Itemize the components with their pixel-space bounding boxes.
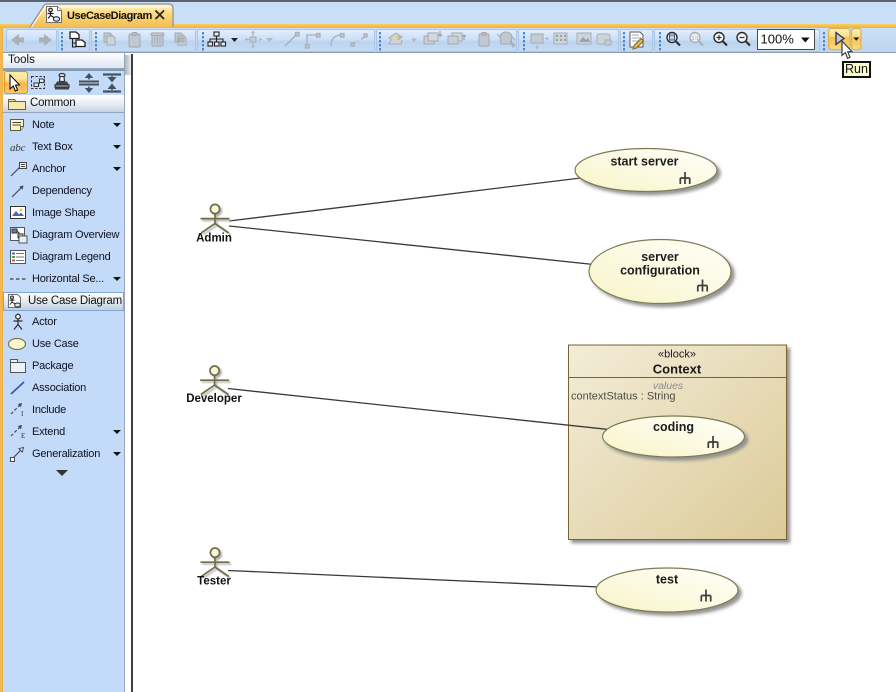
svg-text:configuration: configuration bbox=[620, 264, 700, 278]
svg-text:«block»: «block» bbox=[658, 348, 696, 360]
svg-text:Tester: Tester bbox=[197, 576, 231, 588]
svg-text:Admin: Admin bbox=[196, 233, 232, 245]
svg-text:contextStatus : String: contextStatus : String bbox=[571, 391, 676, 403]
svg-text:coding: coding bbox=[653, 420, 694, 434]
svg-text:test: test bbox=[656, 573, 679, 587]
svg-text:Developer: Developer bbox=[186, 393, 242, 405]
svg-text:Context: Context bbox=[653, 361, 702, 376]
svg-text:start server: start server bbox=[610, 155, 678, 169]
svg-text:server: server bbox=[641, 250, 679, 264]
